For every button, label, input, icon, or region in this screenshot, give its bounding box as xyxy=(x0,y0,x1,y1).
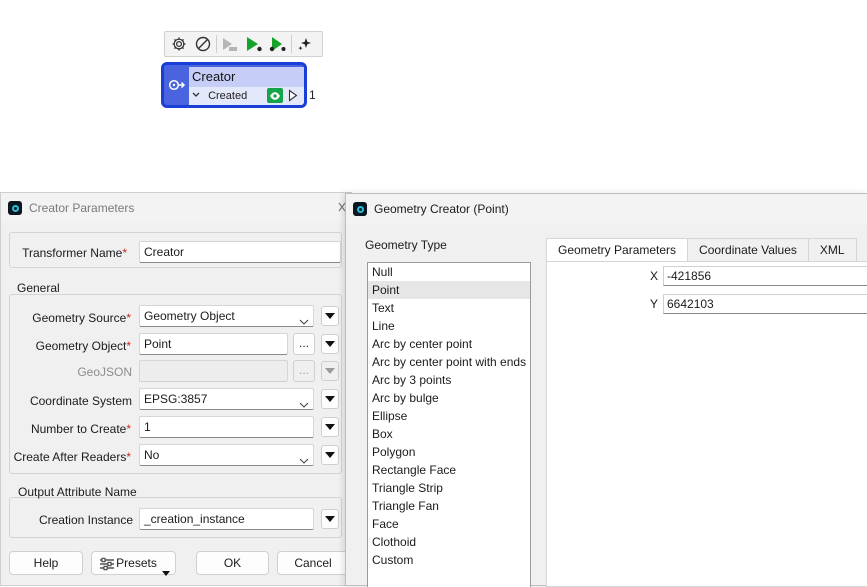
dialog-titlebar: Geometry Creator (Point) xyxy=(346,194,867,224)
tab-coordinate-values[interactable]: Coordinate Values xyxy=(687,238,809,262)
coordinate-system-select[interactable]: EPSG:3857 xyxy=(139,388,314,410)
cancel-button[interactable]: Cancel xyxy=(277,551,349,575)
creator-parameters-dialog: Creator Parameters Transformer Name* Cre… xyxy=(0,192,352,586)
geometry-object-input[interactable]: Point xyxy=(139,333,288,355)
fme-app-icon xyxy=(8,201,22,215)
presets-label: Presets xyxy=(116,556,157,570)
dialog-title: Geometry Creator (Point) xyxy=(374,202,509,216)
node-toolbar xyxy=(164,31,323,57)
y-coordinate-input[interactable]: 6642103 xyxy=(663,294,867,314)
fme-app-icon xyxy=(353,202,367,216)
geojson-label: GeoJSON xyxy=(77,365,132,379)
geometry-type-item[interactable]: Triangle Fan xyxy=(368,497,530,515)
geometry-type-list[interactable]: Null Point Text Line Arc by center point Arc … xyxy=(367,262,531,587)
create-after-readers-label: Create After Readers* xyxy=(13,450,131,464)
geometry-type-item[interactable]: Triangle Strip xyxy=(368,479,530,497)
creation-instance-input[interactable]: _creation_instance xyxy=(139,508,314,530)
y-label: Y xyxy=(650,297,659,311)
geometry-source-value: Geometry Object xyxy=(144,309,235,323)
inspect-eye-icon[interactable] xyxy=(267,88,283,103)
creator-node[interactable]: Creator Created xyxy=(161,62,307,108)
create-after-readers-menu-button[interactable] xyxy=(321,445,339,465)
geometry-object-menu-button[interactable] xyxy=(321,334,339,354)
create-after-readers-value: No xyxy=(144,448,160,462)
geojson-input xyxy=(139,360,288,382)
geometry-type-item[interactable]: Text xyxy=(368,299,530,317)
coordinate-system-value: EPSG:3857 xyxy=(144,392,208,406)
create-after-readers-select[interactable]: No xyxy=(139,444,314,466)
geometry-type-item[interactable]: Clothoid xyxy=(368,533,530,551)
coordinate-system-menu-button[interactable] xyxy=(321,389,339,409)
feature-count: 1 xyxy=(309,88,316,102)
geojson-ellipsis-button: ... xyxy=(293,360,315,382)
gear-icon[interactable] xyxy=(167,33,191,55)
transformer-name-input[interactable]: Creator xyxy=(139,241,341,263)
geometry-type-item[interactable]: Line xyxy=(368,317,530,335)
chevron-down-icon xyxy=(299,395,309,415)
disable-icon[interactable] xyxy=(191,33,215,55)
general-group-label: General xyxy=(17,281,60,295)
geojson-menu-button xyxy=(321,361,339,381)
dialog-titlebar: Creator Parameters xyxy=(1,193,351,223)
number-to-create-input[interactable]: 1 xyxy=(139,416,314,438)
geometry-type-item[interactable]: Null xyxy=(368,263,530,281)
geometry-type-item[interactable]: Box xyxy=(368,425,530,443)
geometry-type-item[interactable]: Custom xyxy=(368,551,530,569)
port-label: Created xyxy=(208,90,248,102)
dialog-title: Creator Parameters xyxy=(29,201,135,215)
creation-instance-menu-button[interactable] xyxy=(321,509,339,529)
run-to-this-disabled-icon xyxy=(218,33,242,55)
geometry-parameters-panel: X -421856 Y 6642103 xyxy=(546,261,867,587)
node-title: Creator xyxy=(189,67,304,87)
x-label: X xyxy=(650,269,659,283)
geometry-source-label: Geometry Source* xyxy=(32,311,131,325)
tab-geometry-parameters[interactable]: Geometry Parameters xyxy=(546,238,689,263)
creation-instance-label: Creation Instance xyxy=(38,513,133,527)
geometry-type-item[interactable]: Point xyxy=(368,281,530,299)
chevron-down-icon xyxy=(299,312,309,332)
geometry-type-item[interactable]: Face xyxy=(368,515,530,533)
geometry-type-item[interactable]: Rectangle Face xyxy=(368,461,530,479)
run-to-this-icon[interactable] xyxy=(242,33,266,55)
sparkle-icon[interactable] xyxy=(293,33,317,55)
tab-xml[interactable]: XML xyxy=(807,238,857,262)
geometry-type-item[interactable]: Arc by center point with ends xyxy=(368,353,530,371)
geometry-source-menu-button[interactable] xyxy=(321,306,339,326)
number-to-create-label: Number to Create* xyxy=(30,422,131,436)
geometry-creator-dialog: Geometry Creator (Point) Geometry Type N… xyxy=(345,193,867,587)
geometry-type-item[interactable]: Polygon xyxy=(368,443,530,461)
geometry-object-ellipsis-button[interactable]: ... xyxy=(293,333,315,355)
number-to-create-menu-button[interactable] xyxy=(321,417,339,437)
ok-button[interactable]: OK xyxy=(196,551,269,575)
tab-bar: Geometry Parameters Coordinate Values XM… xyxy=(546,238,857,263)
sliders-icon xyxy=(99,556,115,578)
run-from-this-icon[interactable] xyxy=(266,33,290,55)
node-output-port[interactable]: Created xyxy=(189,87,304,105)
toolbar-separator xyxy=(216,35,217,53)
geometry-source-select[interactable]: Geometry Object xyxy=(139,305,314,327)
presets-button[interactable]: Presets xyxy=(91,551,176,578)
creator-node-icon xyxy=(164,65,189,105)
geometry-type-item[interactable]: Arc by center point xyxy=(368,335,530,353)
chevron-down-icon xyxy=(299,451,309,471)
geometry-type-item[interactable]: Arc by bulge xyxy=(368,389,530,407)
output-port-arrow-icon[interactable] xyxy=(288,89,298,105)
chevron-down-icon[interactable] xyxy=(192,87,202,105)
geometry-object-label: Geometry Object* xyxy=(35,339,131,353)
geometry-type-item[interactable]: Arc by 3 points xyxy=(368,371,530,389)
help-button[interactable]: Help xyxy=(9,551,83,575)
output-attribute-group-label: Output Attribute Name xyxy=(18,485,137,499)
toolbar-separator xyxy=(291,35,292,53)
coordinate-system-label: Coordinate System xyxy=(29,394,132,408)
transformer-name-label: Transformer Name* xyxy=(22,246,127,260)
x-coordinate-input[interactable]: -421856 xyxy=(663,266,867,286)
dropdown-arrow-icon xyxy=(162,561,170,583)
geometry-type-label: Geometry Type xyxy=(365,238,447,252)
geometry-type-item[interactable]: Ellipse xyxy=(368,407,530,425)
